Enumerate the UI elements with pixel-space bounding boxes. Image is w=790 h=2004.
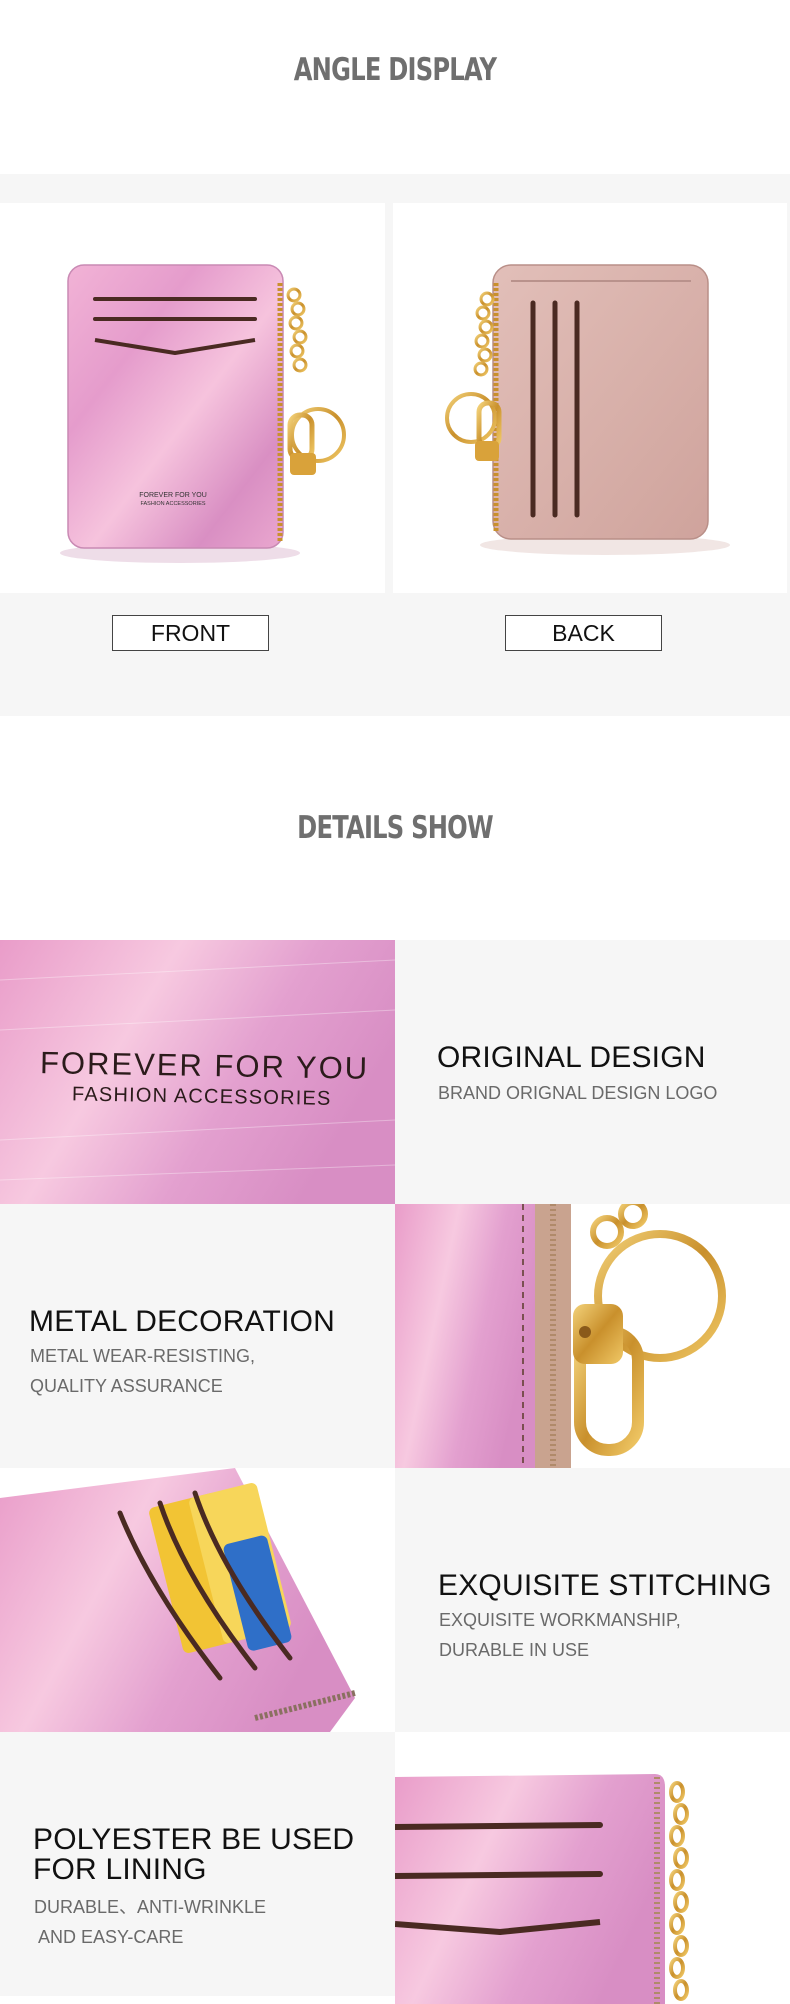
feature-desc: BRAND ORIGNAL DESIGN LOGO [438,1083,718,1103]
feature-desc-line2: AND EASY-CARE [34,1927,184,1947]
front-caption: FRONT [112,615,269,651]
feature-exquisite-stitching: EXQUISITE STITCHING EXQUISITE WORKMANSHI… [395,1468,790,1732]
feature-desc-line1: DURABLE、ANTI-WRINKLE [34,1897,267,1917]
angle-display-title: ANGLE DISPLAY [293,52,497,88]
logo-closeup-line1: FOREVER FOR YOU [39,1045,370,1086]
details-show-title: DETAILS SHOW [297,810,493,846]
feature-title-line1: POLYESTER BE USED [33,1823,355,1856]
feature-desc-line1: METAL WEAR-RESISTING, [30,1346,256,1366]
feature-title: METAL DECORATION [29,1305,335,1338]
feature-desc-line2: DURABLE IN USE [439,1640,590,1660]
feature-title: ORIGINAL DESIGN [437,1041,706,1074]
front-brand-line2: FASHION ACCESSORIES [140,501,206,507]
feature-title-line2: FOR LINING [33,1853,207,1886]
zipper-keyring-photo [395,1204,790,1468]
back-wallet-photo [393,203,787,593]
feature-desc-line2: QUALITY ASSURANCE [30,1376,223,1396]
card-slots-photo [0,1468,395,1732]
feature-title: EXQUISITE STITCHING [438,1569,772,1602]
back-caption: BACK [505,615,662,651]
feature-desc-line1: EXQUISITE WORKMANSHIP, [439,1610,681,1630]
front-brand-line1: FOREVER FOR YOU [139,492,207,499]
logo-closeup-photo: FOREVER FOR YOU FASHION ACCESSORIES [0,940,395,1204]
feature-polyester-lining: POLYESTER BE USED FOR LINING DURABLE、ANT… [0,1732,395,1996]
feature-metal-decoration: METAL DECORATION METAL WEAR-RESISTING, Q… [0,1204,395,1468]
front-wallet-photo: FOREVER FOR YOU FASHION ACCESSORIES [0,203,385,593]
feature-original-design: ORIGINAL DESIGN BRAND ORIGNAL DESIGN LOG… [395,940,790,1204]
wallet-front-closeup-photo [395,1732,790,2004]
